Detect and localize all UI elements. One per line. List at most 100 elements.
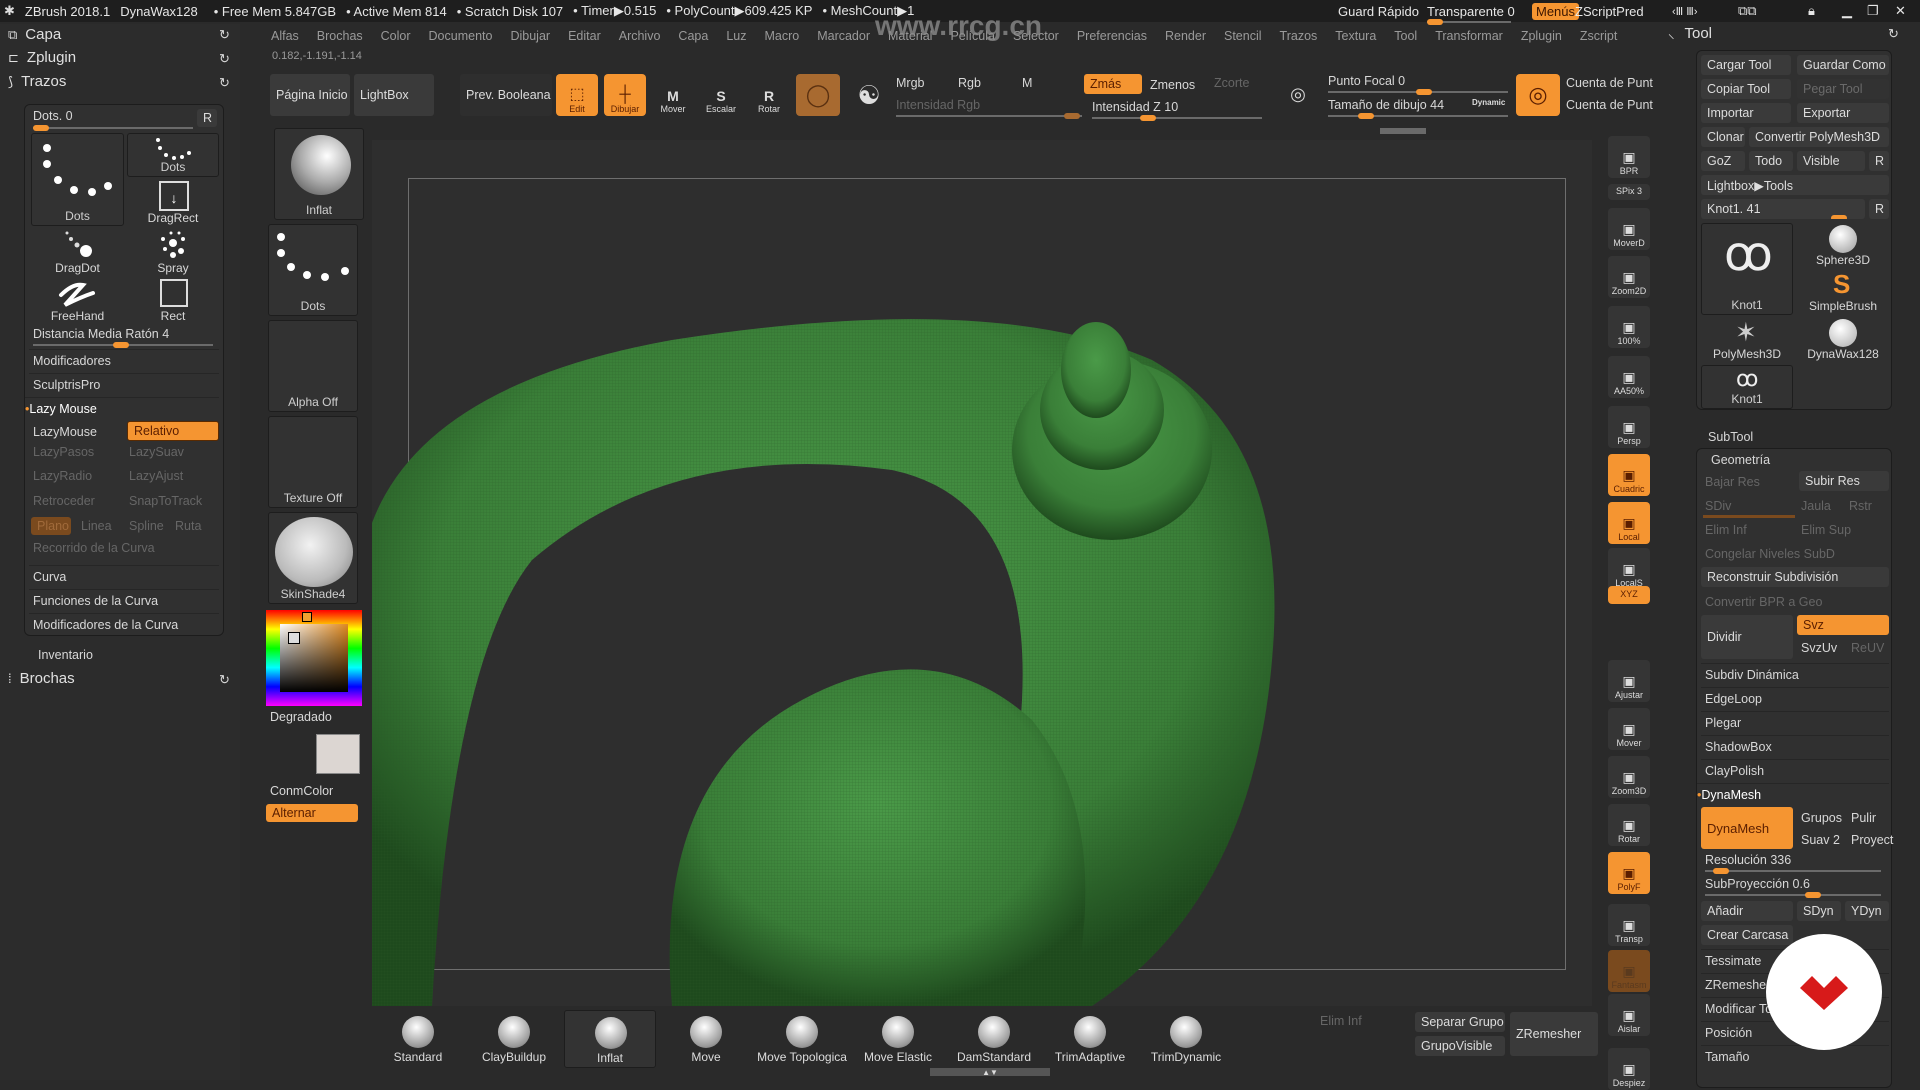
view-button-aislar[interactable]: ▣ Aislar xyxy=(1608,994,1650,1036)
refresh-icon[interactable]: ↻ xyxy=(219,672,230,688)
view-button-local[interactable]: ▣ Local xyxy=(1608,502,1650,544)
view-button-polyf[interactable]: ▣ PolyF xyxy=(1608,852,1650,894)
menu-transformar[interactable]: Transformar xyxy=(1435,29,1503,43)
menu-documento[interactable]: Documento xyxy=(429,29,493,43)
menu-textura[interactable]: Textura xyxy=(1335,29,1376,43)
ydyn-button[interactable]: YDyn xyxy=(1845,901,1889,921)
delete-higher-button[interactable]: Elim Sup xyxy=(1801,523,1851,537)
ui-size-icon[interactable]: ‹Ⅲ Ⅲ› xyxy=(1672,5,1698,18)
reuv-button[interactable]: ReUV xyxy=(1851,641,1884,655)
transparency-slider[interactable]: Transparente 0 xyxy=(1427,4,1515,25)
rstr-button[interactable]: Rstr xyxy=(1849,499,1872,513)
view-button-mover[interactable]: ▣ Mover xyxy=(1608,708,1650,750)
menu-tool[interactable]: Tool xyxy=(1394,29,1417,43)
menu-editar[interactable]: Editar xyxy=(568,29,601,43)
zsub-button[interactable]: Zmenos xyxy=(1150,78,1195,92)
curve-section[interactable]: Curva xyxy=(29,565,219,588)
create-shell-button[interactable]: Crear Carcasa xyxy=(1701,925,1793,945)
menu-capa[interactable]: Capa xyxy=(678,29,708,43)
menu-zplugin[interactable]: Zplugin xyxy=(1521,29,1562,43)
brush-item[interactable]: Move Topologica xyxy=(756,1010,848,1068)
convert-bpr-button[interactable]: Convertir BPR a Geo xyxy=(1705,595,1822,609)
tool-thumb-polymesh3d[interactable]: ✶ PolyMesh3D xyxy=(1701,317,1793,363)
size-section[interactable]: Tamaño xyxy=(1701,1045,1889,1068)
canvas-scroll-handle[interactable] xyxy=(1380,128,1426,134)
sdyn-button[interactable]: SDyn xyxy=(1797,901,1841,921)
delete-lower-button[interactable]: Elim Inf xyxy=(1705,523,1747,537)
mode-line-button[interactable]: Linea xyxy=(81,519,112,533)
tool-thumb-dynawax128[interactable]: DynaWax128 xyxy=(1797,317,1889,363)
draw-button[interactable]: ┼ Dibujar xyxy=(604,74,646,116)
snaptotrack-button[interactable]: SnapToTrack xyxy=(129,494,202,508)
z-intensity-track[interactable] xyxy=(1092,115,1262,121)
mode-path-button[interactable]: Ruta xyxy=(175,519,201,533)
dynamic-size-button[interactable]: ◎ xyxy=(1516,74,1560,116)
view-button-spix3[interactable]: SPix 3 xyxy=(1608,184,1650,200)
color-picker[interactable] xyxy=(266,610,362,706)
draw-size-track[interactable] xyxy=(1328,113,1508,119)
dynamesh-section[interactable]: •DynaMesh xyxy=(1697,783,1889,806)
stroke-item-dragdot[interactable]: DragDot xyxy=(31,229,124,277)
curve-step-slider[interactable]: Recorrido de la Curva xyxy=(33,541,155,555)
view-button-locals[interactable]: ▣ LocalS xyxy=(1608,548,1650,590)
curve-functions-section[interactable]: Funciones de la Curva xyxy=(29,589,219,612)
menu-luz[interactable]: Luz xyxy=(726,29,746,43)
menu-macro[interactable]: Macro xyxy=(764,29,799,43)
focal-shift-slider[interactable]: Punto Focal 0 xyxy=(1328,74,1405,88)
shadowbox-section[interactable]: ShadowBox xyxy=(1701,735,1889,758)
mode-spline-button[interactable]: Spline xyxy=(129,519,164,533)
menu-color[interactable]: Color xyxy=(381,29,411,43)
texture-selector[interactable]: Texture Off xyxy=(268,416,358,508)
view-button-fantasm[interactable]: ▣ Fantasm xyxy=(1608,950,1650,992)
tool-count-slider[interactable]: Knot1. 41 xyxy=(1701,199,1865,219)
palette-header-zplugin[interactable]: ⊏ Zplugin xyxy=(8,49,76,66)
focal-shift-track[interactable] xyxy=(1328,89,1508,95)
brush-item[interactable]: TrimDynamic xyxy=(1140,1010,1232,1068)
tool-thumb-simplebrush[interactable]: S SimpleBrush xyxy=(1797,269,1889,315)
goz-button[interactable]: GoZ xyxy=(1701,151,1745,171)
palette-header-brochas[interactable]: ⁞ Brochas xyxy=(8,670,75,687)
draw-size-slider[interactable]: Tamaño de dibujo 44 xyxy=(1328,98,1444,112)
tool-thumb-knot1-small[interactable]: ꝏ Knot1 xyxy=(1701,365,1793,409)
polish-button[interactable]: Pulir xyxy=(1851,811,1876,825)
stroke-item-rect[interactable]: Rect xyxy=(127,277,219,325)
palette-header-capa[interactable]: ⧉ Capa xyxy=(8,26,61,43)
lightbox-button[interactable]: LightBox xyxy=(354,74,434,116)
lazymouse-toggle[interactable]: LazyMouse xyxy=(33,425,97,439)
material-selector[interactable]: SkinShade4 xyxy=(268,512,358,604)
menu-archivo[interactable]: Archivo xyxy=(619,29,661,43)
project-button[interactable]: Proyect xyxy=(1851,833,1893,847)
r-button[interactable]: R xyxy=(1869,199,1889,219)
mouse-avg-slider[interactable]: Distancia Media Ratón 4 xyxy=(33,327,213,348)
geometry-section[interactable]: Geometría xyxy=(1711,453,1770,467)
copy-tool-button[interactable]: Copiar Tool xyxy=(1701,79,1791,99)
higher-res-button[interactable]: Subir Res xyxy=(1799,471,1889,491)
switch-color-label[interactable]: ConmColor xyxy=(270,784,333,798)
crease-section[interactable]: Plegar xyxy=(1701,711,1889,734)
add-button[interactable]: Añadir xyxy=(1701,901,1793,921)
stroke-item-spray[interactable]: Spray xyxy=(127,229,219,277)
make-polymesh-button[interactable]: Convertir PolyMesh3D xyxy=(1749,127,1889,147)
clone-button[interactable]: Clonar xyxy=(1701,127,1745,147)
freeze-subd-button[interactable]: Congelar Niveles SubD xyxy=(1705,547,1835,561)
view-button-bpr[interactable]: ▣ BPR xyxy=(1608,136,1650,178)
tool-thumb-knot1[interactable]: ꝏ Knot1 xyxy=(1701,223,1793,315)
restore-icon[interactable]: ❐ xyxy=(1867,3,1879,19)
relativo-button[interactable]: Relativo xyxy=(127,421,219,441)
rgb-button[interactable]: Rgb xyxy=(958,76,981,90)
visible-button[interactable]: Visible xyxy=(1797,151,1865,171)
subtool-section[interactable]: SubTool xyxy=(1708,430,1753,444)
dynamic-subdiv-section[interactable]: Subdiv Dinámica xyxy=(1701,663,1889,686)
stroke-item-dots-large[interactable]: Dots xyxy=(31,133,124,226)
rgb-intensity-slider[interactable]: Intensidad Rgb xyxy=(896,98,980,112)
focal-shift-button[interactable]: ◎ xyxy=(1280,74,1316,114)
rgb-intensity-track[interactable] xyxy=(896,113,1082,119)
groups-button[interactable]: Grupos xyxy=(1801,811,1842,825)
alpha-selector[interactable]: Alpha Off xyxy=(268,320,358,412)
dynamic-label[interactable]: Dynamic xyxy=(1472,98,1505,107)
all-button[interactable]: Todo xyxy=(1749,151,1793,171)
menu-zscript[interactable]: Zscript xyxy=(1580,29,1618,43)
edit-button[interactable]: ⬚ Edit xyxy=(556,74,598,116)
m-button[interactable]: M xyxy=(1022,76,1032,90)
refresh-icon[interactable]: ↻ xyxy=(219,75,230,91)
